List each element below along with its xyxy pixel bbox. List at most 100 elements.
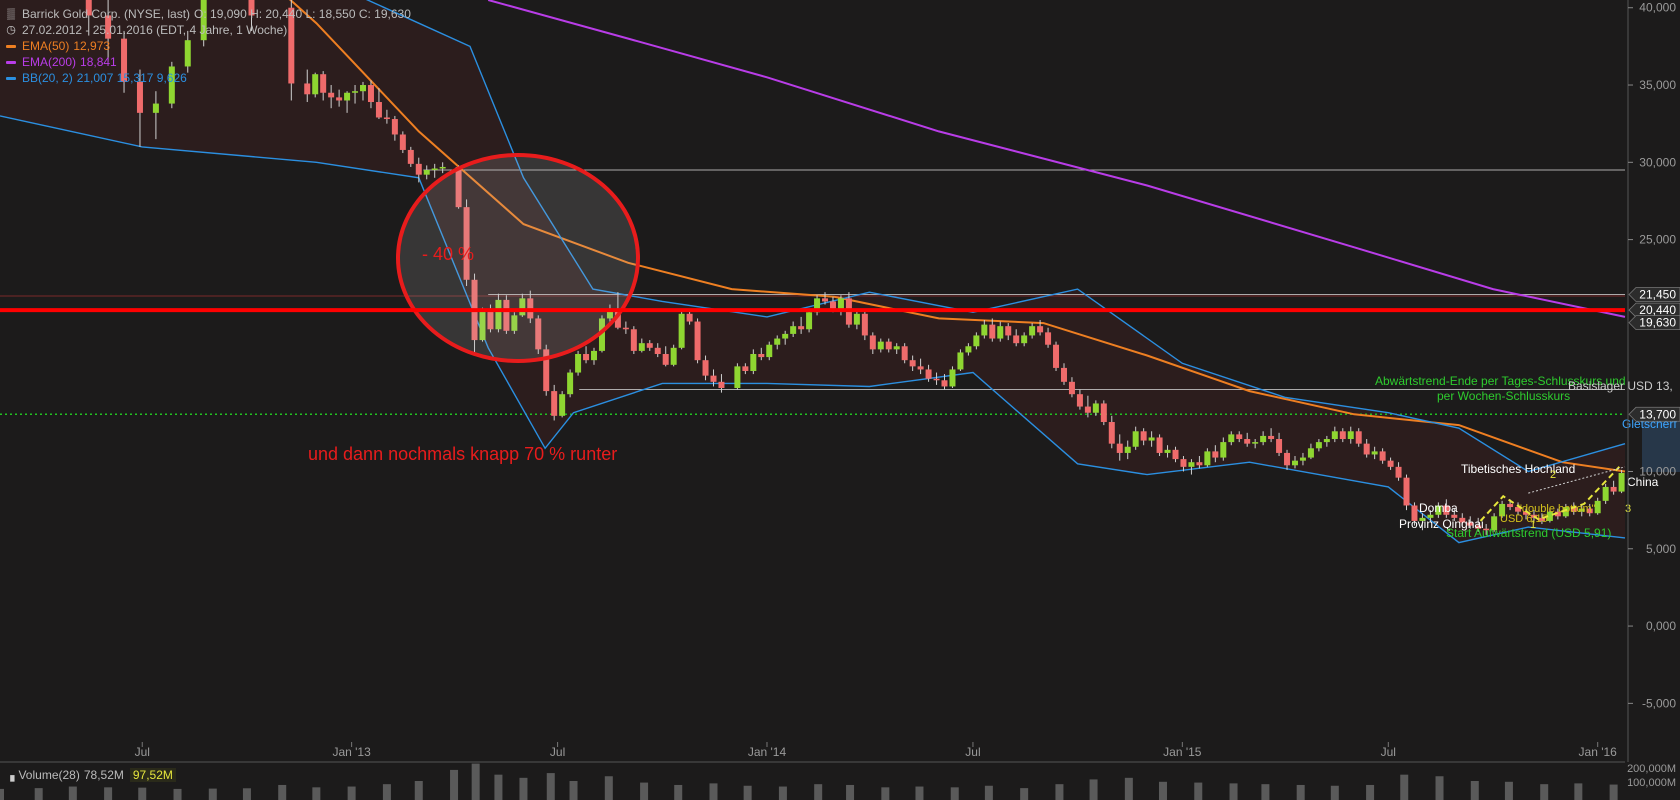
candle-body-up	[670, 347, 677, 365]
candle-body-down	[391, 119, 398, 135]
candle-body-up	[1092, 403, 1099, 413]
x-tick-label: Jul	[1381, 745, 1396, 759]
candle-body-up	[1148, 437, 1155, 441]
candle-body-down	[551, 391, 558, 416]
candle-body-up	[806, 312, 813, 330]
volume-bar	[1020, 788, 1029, 800]
candle-body-down	[1037, 326, 1044, 333]
start-uptrend-label: Start Aufwärtstrend (USD 5,91)	[1446, 526, 1611, 540]
candle	[734, 363, 741, 390]
volume-icon: ▗	[6, 769, 15, 782]
candle-body-up	[1291, 460, 1298, 466]
candle-body-up	[877, 341, 884, 350]
candle-body-up	[782, 333, 789, 339]
volume-bar	[471, 763, 480, 800]
candle-body-down	[1196, 462, 1203, 466]
legend-ema200[interactable]: EMA(200) 18,841	[6, 54, 411, 70]
candle-body-down	[646, 343, 653, 348]
domba-label: Domba	[1419, 501, 1458, 515]
volume-current: 97,52M	[129, 768, 176, 782]
candle-body-down	[861, 313, 868, 336]
candle-body-down	[718, 381, 725, 389]
candle-body-down	[1395, 466, 1402, 478]
legend-bb[interactable]: BB(20, 2) 21,007 15,317 9,626	[6, 70, 411, 86]
candle-body-up	[575, 353, 582, 373]
chart-canvas: - 40 % und dann nochmals knapp 70 % runt…	[0, 0, 1680, 800]
candle-body-up	[837, 298, 844, 310]
volume-bar	[382, 784, 391, 800]
candle	[957, 349, 964, 371]
candle-body-down	[925, 369, 932, 379]
drop-text: und dann nochmals knapp 70 % runter	[308, 444, 617, 464]
candle-body-up	[1204, 451, 1211, 466]
marker-1: 1	[1530, 519, 1536, 531]
candle-body-up	[1124, 446, 1131, 453]
x-tick-label: Jul	[135, 745, 150, 759]
candle-body-up	[1618, 473, 1625, 492]
candle-body-down	[885, 341, 892, 350]
volume-tick-label: 200,000M	[1627, 763, 1676, 775]
candle-body-down	[1244, 439, 1251, 444]
candle-body-down	[1268, 435, 1275, 440]
volume-bar	[674, 784, 683, 800]
volume-name: Volume(28)	[18, 768, 80, 782]
clock-icon: ◷	[6, 24, 16, 36]
candle-body-down	[822, 298, 829, 302]
ema200-name: EMA(200)	[22, 55, 77, 69]
candle-body-down	[630, 329, 637, 351]
candle-body-up	[965, 346, 972, 353]
legend-ema50[interactable]: EMA(50) 12,973	[6, 38, 411, 54]
candle-body-down	[415, 163, 422, 175]
volume-bar	[743, 785, 752, 800]
candle-body-down	[375, 102, 382, 118]
volume-bar	[1261, 784, 1270, 800]
candle-body-down	[136, 81, 143, 113]
y-tick-label: 35,000	[1639, 78, 1676, 92]
volume-bar	[814, 784, 823, 800]
volume-bar	[1194, 782, 1203, 800]
volume-bar	[278, 784, 287, 800]
y-tick-label: 10,000	[1639, 464, 1676, 478]
candle	[575, 350, 582, 376]
x-tick-label: Jul	[550, 745, 565, 759]
candle-body-down	[1108, 422, 1115, 444]
volume-bar	[1055, 784, 1064, 800]
candle-body-up	[1029, 326, 1036, 336]
x-tick-label: Jul	[965, 745, 980, 759]
instrument-title: Barrick Gold Corp. (NYSE, last)	[22, 7, 191, 21]
y-tick-label: 40,000	[1639, 1, 1676, 15]
candle-body-down	[383, 117, 390, 120]
volume-bar	[1229, 783, 1238, 800]
candle-body-down	[1284, 452, 1291, 466]
candle-body-down	[1355, 431, 1362, 444]
candle-body-down	[1180, 459, 1187, 467]
candle-body-down	[399, 134, 406, 150]
candle	[694, 318, 701, 364]
volume-bar	[104, 787, 113, 800]
bb-value: 21,007 15,317 9,626	[76, 71, 187, 85]
candle	[670, 344, 677, 367]
ema50-name: EMA(50)	[22, 39, 70, 53]
candle-body-up	[1164, 449, 1171, 453]
candle-body-up	[734, 366, 741, 389]
candle-body-up	[750, 353, 757, 371]
candle-body-down	[583, 353, 590, 361]
x-tick-label: Jan '13	[332, 745, 371, 759]
volume-bar	[138, 787, 147, 800]
candle-body-up	[1307, 448, 1314, 458]
candle-body-up	[559, 394, 566, 416]
candle	[678, 310, 685, 350]
candle-body-down	[1045, 332, 1052, 345]
candle-body-down	[941, 380, 948, 387]
volume-bar	[569, 781, 578, 800]
x-tick-label: Jan '15	[1163, 745, 1202, 759]
ohlc-values: O: 19,090 H: 20,440 L: 18,550 C: 19,630	[194, 7, 411, 21]
candle-body-up	[1260, 435, 1267, 443]
candle-body-up	[1347, 431, 1354, 440]
candle-body-down	[742, 366, 749, 371]
candle-body-up	[997, 326, 1004, 339]
x-tick-label: Jan '14	[748, 745, 787, 759]
bb-name: BB(20, 2)	[22, 71, 73, 85]
volume-bar	[546, 773, 555, 800]
candle-body-down	[710, 375, 717, 382]
